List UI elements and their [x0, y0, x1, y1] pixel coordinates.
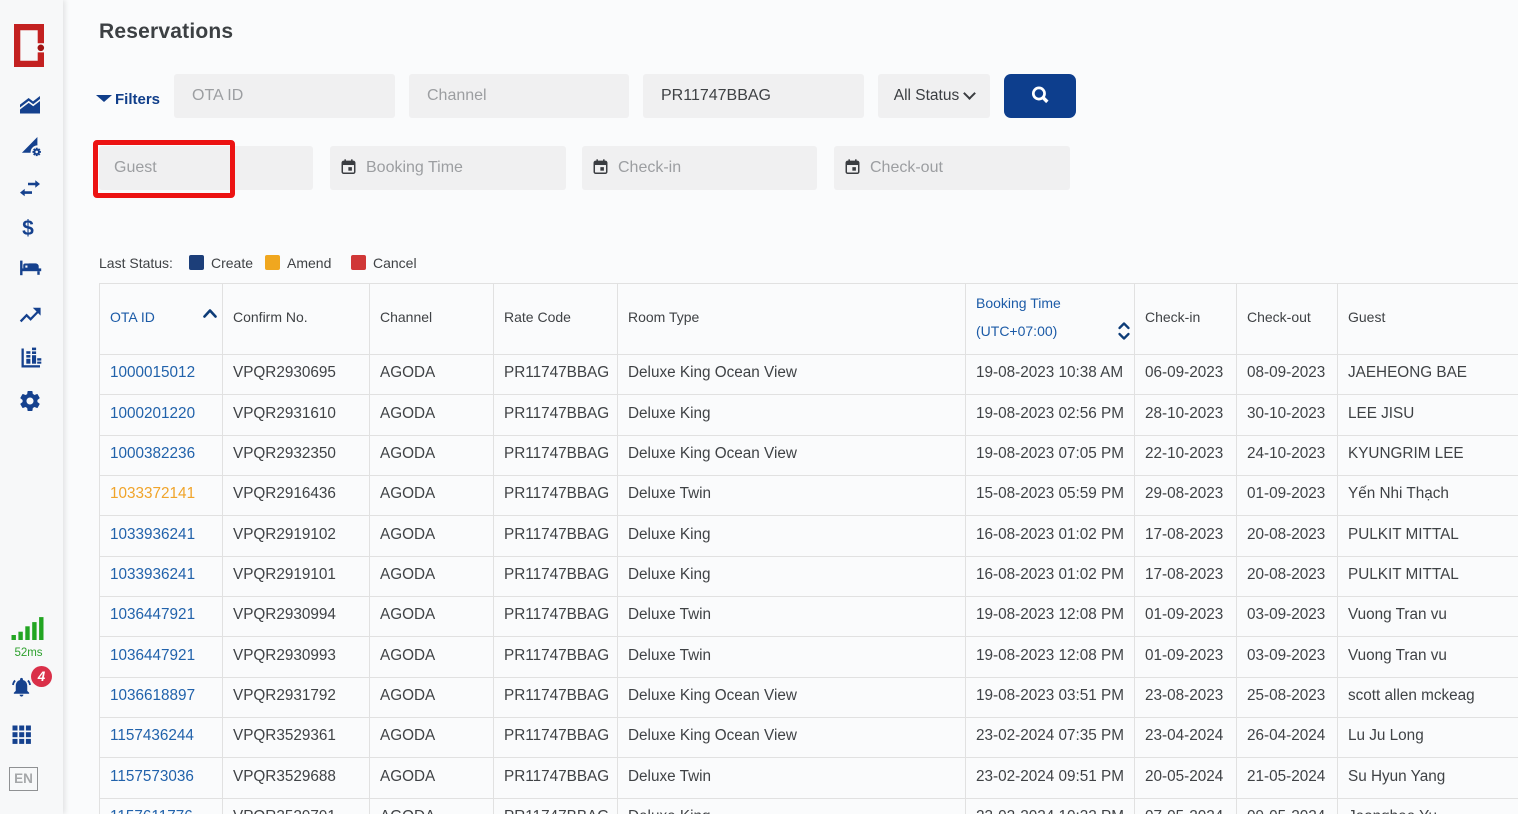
svg-text:$: $ — [22, 219, 34, 240]
